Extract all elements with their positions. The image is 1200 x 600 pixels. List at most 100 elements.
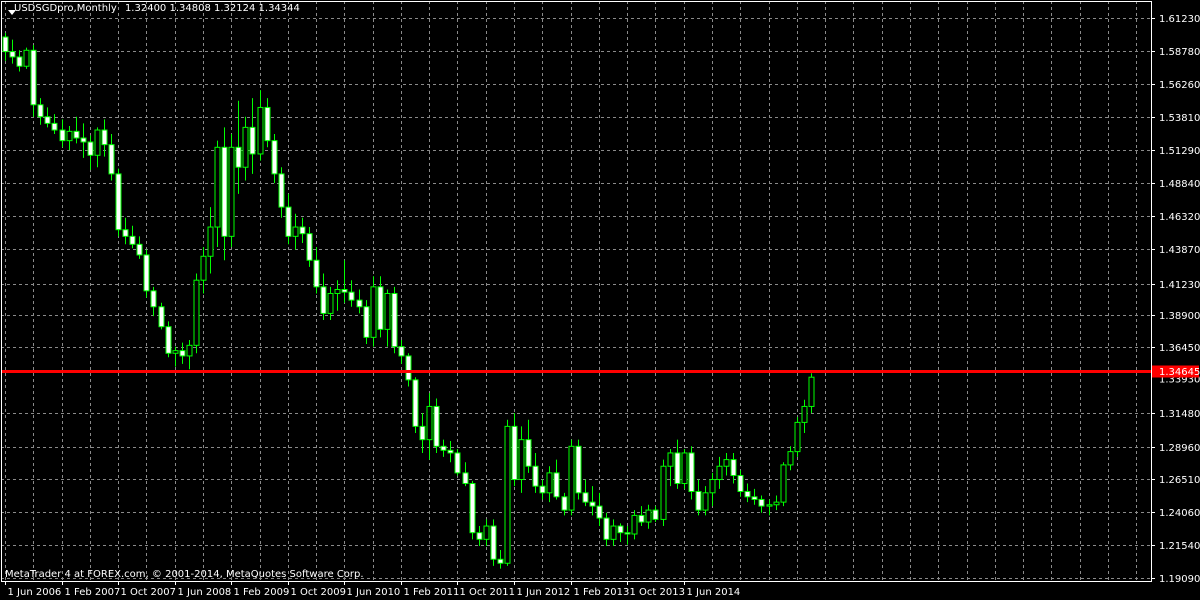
candle [370,276,377,347]
candle [87,135,94,170]
candle-body [356,299,363,308]
y-tick-label: 1.53810 [1159,113,1200,124]
symbol-header[interactable]: USDSGDpro,Monthly 1.32400 1.34808 1.3212… [4,3,300,15]
candle-body [596,505,603,519]
y-tick-label: 1.48840 [1159,179,1200,190]
candle-body [497,558,504,564]
candle-body [730,459,737,477]
candle [780,462,787,507]
candle-body [561,496,568,511]
candle-body [108,144,115,175]
candle-body [2,36,9,53]
candle-body [214,146,221,228]
y-tick-label: 1.24060 [1159,508,1200,519]
candle-body [511,425,518,481]
candle [405,353,412,387]
candle [751,488,758,505]
candle [808,373,815,414]
candle-body [688,452,695,492]
candle-body [490,525,497,560]
candle [596,492,603,527]
candle [257,90,264,161]
candle-body [787,451,794,466]
symbol-name: USDSGDpro,Monthly [14,3,117,14]
y-tick-label: 1.56260 [1159,80,1200,91]
candle-body [341,288,348,293]
candle [794,417,801,457]
candle [433,398,440,453]
candle-body [462,472,469,485]
candle [108,134,115,181]
candle [787,446,794,471]
candle-body [334,288,341,294]
candle-body [207,226,214,257]
x-tick-label: 1 Feb 2009 [234,587,290,598]
candle [525,419,532,473]
candle [617,523,624,542]
candle [766,499,773,516]
candle-body [631,514,638,535]
candle-body [37,104,44,118]
candle [221,127,228,261]
x-tick-label: 1 Jun 2014 [687,587,741,598]
candle-body [370,286,377,338]
x-tick-label: 1 Jun 2008 [178,587,232,598]
candle-body [624,532,631,535]
candle [299,217,306,243]
grid-lines [1,1,1151,581]
price-chart[interactable]: 1.61230 1.58780 1.56260 1.53810 1.51290 1.488… [0,0,1200,600]
candle-body [440,445,447,451]
candle [412,377,419,434]
candle [115,168,122,237]
candle-body [59,129,66,142]
candle [2,33,9,61]
y-tick-label: 1.31480 [1159,409,1200,420]
candle-body [136,243,143,256]
candle [603,512,610,546]
candle [193,273,200,354]
candle-body [285,206,292,237]
candle [306,227,313,267]
candle [631,510,638,540]
candle [363,300,370,344]
candle [476,526,483,546]
candle-body [66,130,73,142]
candle-body [652,509,659,520]
candle [660,459,667,527]
dropdown-triangle-icon[interactable] [8,10,16,15]
y-tick-label: 1.51290 [1159,146,1200,157]
candle [143,249,150,298]
x-tick-label: 1 Jun 2012 [517,587,571,598]
candle [440,439,447,457]
x-tick-label: 1 Feb 2007 [65,587,121,598]
candle-body [87,141,94,156]
candle-body [476,532,483,540]
candle-body [271,140,278,175]
candle [773,495,780,511]
candle [172,346,179,367]
candle [667,448,674,487]
candle-body [801,405,808,423]
candle-body [469,483,476,534]
candle [546,466,553,503]
candle-body [327,292,334,314]
candle [723,452,730,476]
candle-body [391,292,398,348]
candle [16,50,23,72]
candle-body [228,146,235,237]
candle [249,98,256,174]
x-tick-label: 1 Feb 2011 [404,587,460,598]
candle-body [766,504,773,507]
candle-body [193,279,200,346]
candle [490,519,497,566]
candle [575,439,582,500]
candle [532,452,539,493]
candle-body [539,485,546,494]
candle-body [610,525,617,540]
candle [511,413,518,487]
candle [695,479,702,516]
y-tick-label: 1.21540 [1159,541,1200,552]
candle-body [645,509,652,523]
candle [462,462,469,487]
y-tick-label: 1.41230 [1159,280,1200,291]
